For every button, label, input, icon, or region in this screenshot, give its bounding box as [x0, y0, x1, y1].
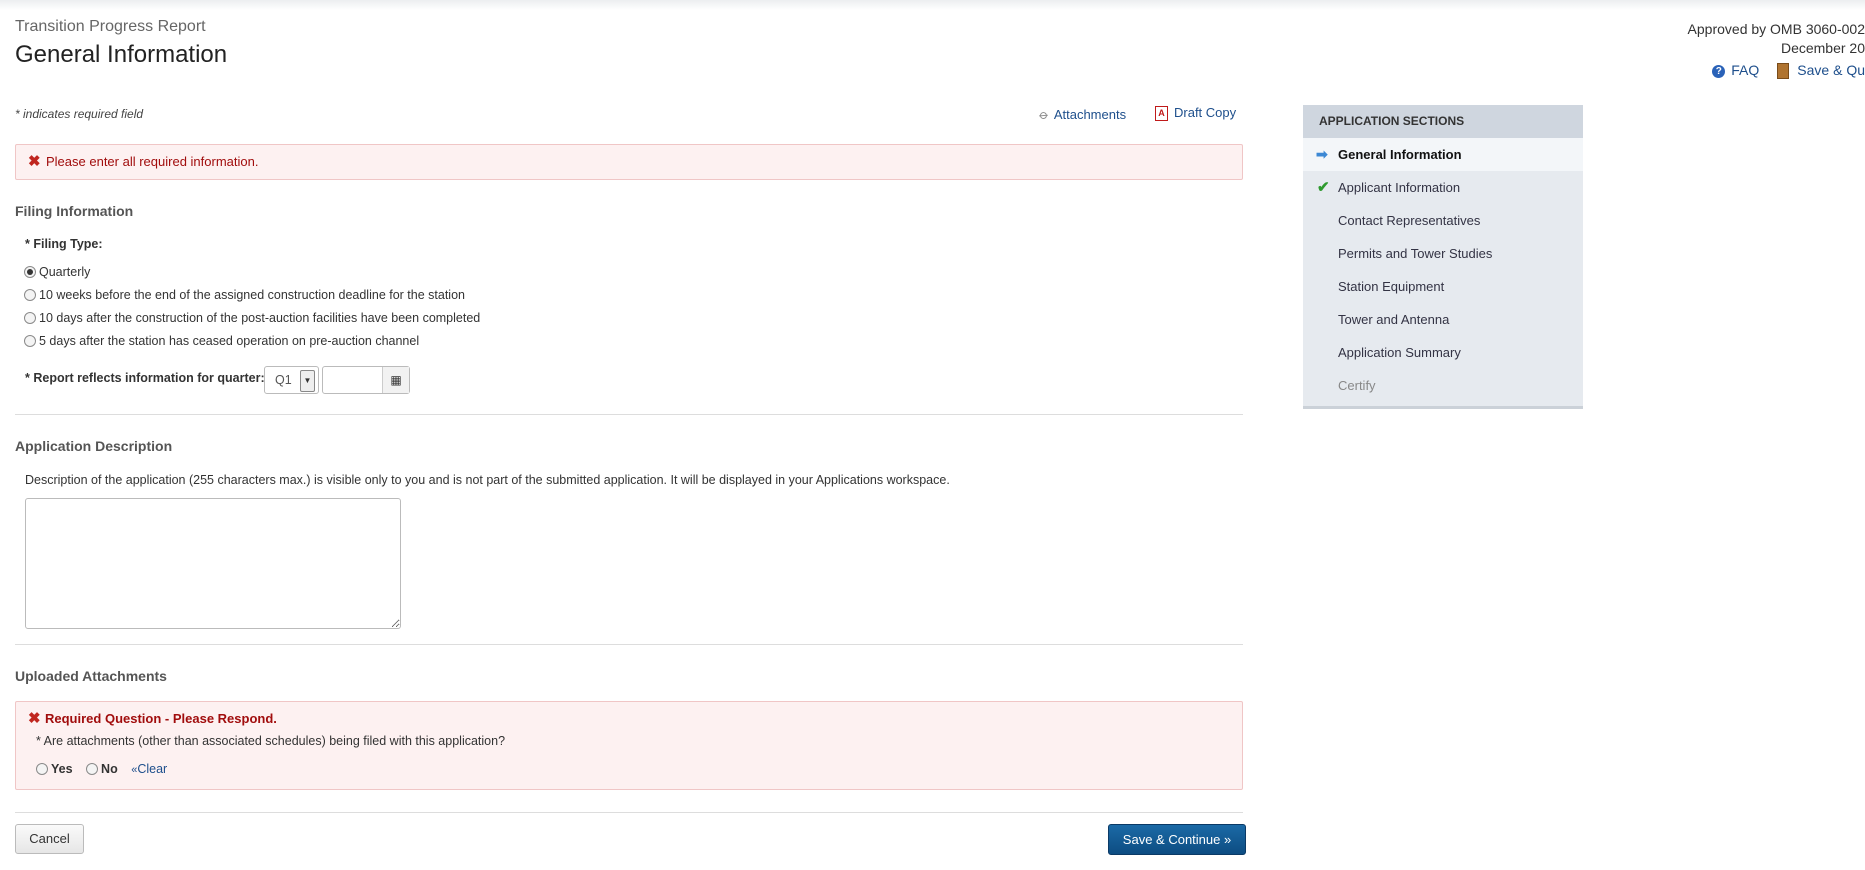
attachments-link[interactable]: Attachments — [1054, 107, 1126, 122]
door-icon — [1777, 63, 1790, 80]
quarter-label: * Report reflects information for quarte… — [25, 371, 265, 385]
radio-button[interactable] — [86, 762, 99, 775]
sidebar-item-certify: Certify — [1303, 369, 1583, 402]
sidebar-item-station-equipment[interactable]: Station Equipment — [1303, 270, 1583, 303]
filing-option-label: 5 days after the station has ceased oper… — [39, 334, 420, 348]
sidebar-item-general-information[interactable]: ➡ General Information — [1303, 138, 1583, 171]
filing-option[interactable]: Quarterly — [24, 265, 90, 279]
paperclip-icon: ⌀ — [1036, 106, 1053, 123]
required-field-note: * indicates required field — [15, 107, 144, 121]
omb-line-2: December 20 — [1780, 40, 1865, 56]
error-x-icon: ✖ — [28, 153, 41, 170]
save-quit-link[interactable]: Save & Qu — [1797, 62, 1865, 78]
app-description-textarea[interactable] — [25, 498, 401, 629]
sidebar-item-label: Application Summary — [1338, 345, 1461, 360]
clear-label: Clear — [137, 762, 168, 776]
app-description-text: Description of the application (255 char… — [25, 473, 950, 487]
top-links: ? FAQ Save & Qu — [1712, 62, 1865, 80]
uploaded-attachments-title: Uploaded Attachments — [15, 668, 167, 684]
quarter-value: Q1 — [275, 373, 292, 387]
filing-section-title: Filing Information — [15, 203, 134, 219]
divider — [15, 812, 1243, 813]
error-message: Please enter all required information. — [46, 154, 259, 169]
sidebar-item-label: Station Equipment — [1338, 279, 1445, 294]
omb-approval: Approved by OMB 3060-002 December 20 — [1645, 20, 1865, 58]
calendar-icon[interactable]: ▦ — [382, 367, 409, 393]
pdf-icon: A — [1155, 106, 1168, 122]
quarter-select[interactable]: Q1 ▼ — [264, 366, 319, 394]
sidebar-item-label: Permits and Tower Studies — [1338, 246, 1493, 261]
radio-button[interactable] — [24, 288, 36, 301]
sidebar-item-tower-antenna[interactable]: Tower and Antenna — [1303, 303, 1583, 336]
filing-option-label: 10 days after the construction of the po… — [39, 311, 481, 325]
filing-option[interactable]: 10 weeks before the end of the assigned … — [24, 288, 465, 302]
sidebar-item-label: Applicant Information — [1338, 180, 1461, 195]
cancel-button[interactable]: Cancel — [15, 824, 84, 854]
draft-copy-link[interactable]: Draft Copy — [1174, 105, 1236, 120]
radio-button[interactable] — [36, 762, 48, 775]
save-continue-button[interactable]: Save & Continue » — [1108, 824, 1246, 855]
yes-label: Yes — [51, 762, 73, 776]
error-alert: ✖ Please enter all required information. — [15, 144, 1243, 180]
draft-copy-link-wrap[interactable]: A Draft Copy — [1155, 105, 1236, 122]
sidebar-heading: Application Sections — [1303, 105, 1583, 138]
radio-button[interactable] — [24, 311, 36, 324]
sidebar-item-contact-representatives[interactable]: Contact Representatives — [1303, 204, 1583, 237]
filing-type-label: * Filing Type: — [25, 237, 103, 251]
sidebar-item-label: Certify — [1338, 378, 1376, 393]
help-icon: ? — [1712, 64, 1726, 78]
no-label: No — [101, 762, 118, 776]
omb-line-1: Approved by OMB 3060-002 — [1687, 21, 1865, 37]
yes-option[interactable]: Yes — [36, 762, 73, 776]
sidebar-item-applicant-information[interactable]: ✔ Applicant Information — [1303, 171, 1583, 204]
year-input[interactable]: ▦ — [322, 366, 410, 394]
arrow-right-icon: ➡ — [1316, 146, 1328, 162]
filing-option[interactable]: 10 days after the construction of the po… — [24, 311, 480, 325]
filing-option-label: 10 weeks before the end of the assigned … — [39, 288, 465, 302]
attachments-question: * Are attachments (other than associated… — [36, 734, 506, 748]
divider — [15, 414, 1243, 415]
checkmark-icon: ✔ — [1317, 179, 1330, 196]
attachments-link-wrap[interactable]: ⌀ Attachments — [1036, 106, 1126, 123]
sidebar-item-label: Contact Representatives — [1338, 213, 1481, 228]
divider — [15, 644, 1243, 645]
sidebar-item-application-summary[interactable]: Application Summary — [1303, 336, 1583, 369]
filing-option-label: Quarterly — [39, 265, 91, 279]
chevron-down-icon[interactable]: ▼ — [300, 370, 315, 392]
clear-link[interactable]: «Clear — [131, 762, 167, 776]
application-sections-sidebar: Application Sections ➡ General Informatio… — [1303, 105, 1583, 409]
sidebar-item-label: General Information — [1338, 147, 1462, 162]
required-question-alert: ✖ Required Question - Please Respond. * … — [15, 701, 1243, 790]
page-title: General Information — [15, 41, 228, 68]
faq-link[interactable]: FAQ — [1731, 62, 1759, 78]
sidebar-item-permits-tower-studies[interactable]: Permits and Tower Studies — [1303, 237, 1583, 270]
no-option[interactable]: No — [86, 762, 118, 776]
radio-button[interactable] — [24, 265, 36, 278]
sidebar-item-label: Tower and Antenna — [1338, 312, 1450, 327]
yes-no-options: Yes No «Clear — [36, 762, 167, 776]
app-description-title: Application Description — [15, 438, 173, 454]
page-subtitle: Transition Progress Report — [15, 18, 206, 35]
filing-option[interactable]: 5 days after the station has ceased oper… — [24, 334, 419, 348]
error-x-icon: ✖ — [28, 710, 41, 727]
required-question-error: Required Question - Please Respond. — [45, 711, 277, 726]
radio-button[interactable] — [24, 334, 36, 347]
top-shade — [0, 0, 1865, 10]
